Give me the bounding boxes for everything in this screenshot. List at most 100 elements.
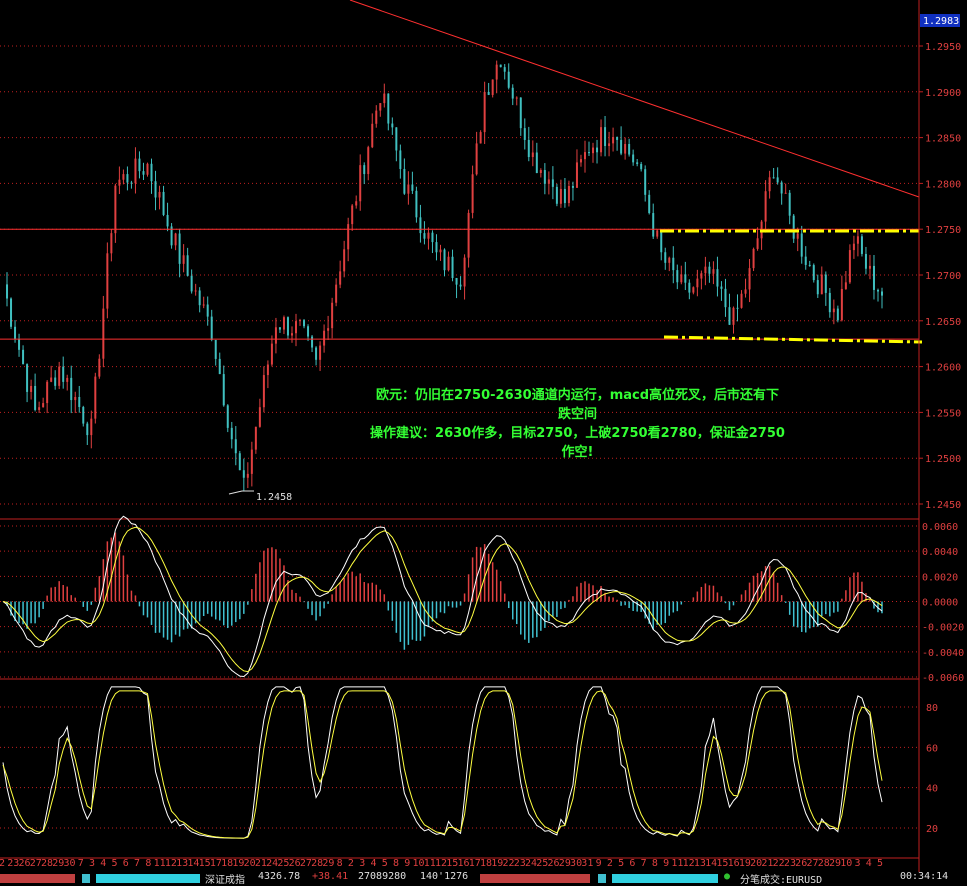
candle-body: [636, 162, 639, 164]
candle-body: [86, 423, 89, 436]
candle-body: [78, 397, 81, 408]
date-tick-label: 25: [536, 858, 548, 869]
candle-body: [451, 256, 454, 278]
price-tick-label: 1.2800: [925, 179, 961, 190]
date-tick-label: 29: [829, 858, 841, 869]
candle-body: [190, 275, 193, 292]
candle-body: [780, 182, 783, 194]
candle-body: [620, 139, 623, 154]
candle-body: [431, 232, 434, 243]
candle-body: [716, 269, 719, 287]
candle-body: [226, 405, 229, 428]
candle-body: [427, 232, 430, 239]
candle-body: [808, 264, 811, 266]
low-marker-line: [228, 490, 254, 495]
candle-body: [519, 97, 522, 129]
date-tick-label: 26: [18, 858, 30, 869]
macd-panel[interactable]: [2, 515, 883, 678]
candle-body: [62, 366, 65, 382]
price-tick-label: 1.2650: [925, 317, 961, 328]
kd-panel[interactable]: [2, 686, 883, 839]
candle-body: [632, 154, 635, 163]
date-tick-label: 11: [424, 858, 436, 869]
candle-body: [531, 152, 534, 158]
candle-body: [347, 224, 350, 250]
candle-body: [579, 159, 582, 163]
candle-body: [712, 269, 715, 274]
candle-body: [680, 274, 683, 283]
date-tick-label: 4: [100, 858, 106, 869]
candle-body: [278, 327, 281, 330]
candle-body: [455, 277, 458, 285]
candle-body: [600, 127, 603, 153]
date-tick-label: 25: [277, 858, 289, 869]
candle-body: [138, 158, 141, 172]
candle-body: [323, 330, 326, 346]
date-tick-label: 30: [570, 858, 582, 869]
price-tick-label: 1.2700: [925, 271, 961, 282]
date-tick-label: 23: [514, 858, 526, 869]
candle-body: [832, 308, 835, 313]
candle-body: [824, 274, 827, 293]
price-tick-label: 1.2750: [925, 225, 961, 236]
candle-body: [363, 165, 366, 175]
candle-body: [800, 233, 803, 257]
date-tick-label: 18: [221, 858, 233, 869]
candle-body: [254, 426, 257, 450]
date-tick-label: 19: [491, 858, 503, 869]
status-segment: [612, 874, 718, 883]
kd-d-line: [2, 690, 883, 839]
kd-tick-label: 60: [926, 743, 938, 754]
candle-body: [58, 366, 61, 386]
candle-body: [246, 473, 249, 478]
date-tick-label: 2: [348, 858, 354, 869]
candle-body: [688, 282, 691, 293]
date-tick-label: 30: [64, 858, 76, 869]
date-tick-label: 17: [210, 858, 222, 869]
candle-body: [503, 67, 506, 72]
candle-body: [740, 293, 743, 308]
candle-body: [214, 339, 217, 359]
date-tick-label: 14: [705, 858, 717, 869]
candle-body: [343, 249, 346, 272]
candle-body: [784, 192, 787, 194]
candle-body: [126, 174, 129, 183]
date-tick-label: 13: [176, 858, 188, 869]
candle-body: [351, 205, 354, 225]
macd-tick-label: 0.0020: [922, 572, 958, 583]
candle-body: [158, 191, 161, 198]
candle-body: [860, 236, 863, 254]
date-tick-label: 16: [457, 858, 469, 869]
candle-body: [551, 179, 554, 187]
candle-body: [668, 257, 671, 263]
candle-body: [527, 139, 530, 158]
candle-body: [852, 243, 855, 251]
candle-body: [555, 186, 558, 204]
candle-body: [704, 266, 707, 274]
macd-tick-label: -0.0020: [922, 623, 964, 634]
candle-body: [788, 192, 791, 216]
date-tick-label: 19: [232, 858, 244, 869]
candle-body: [696, 278, 699, 288]
candle-body: [864, 253, 867, 269]
candle-body: [327, 328, 330, 331]
date-tick-label: 21: [761, 858, 773, 869]
date-tick-label: 7: [78, 858, 84, 869]
candle-body: [812, 265, 815, 281]
status-segment: [480, 874, 590, 883]
date-tick-label: 26: [289, 858, 301, 869]
candle-body: [98, 358, 101, 377]
price-tick-label: 1.2450: [925, 500, 961, 511]
tick-trade-label[interactable]: 分笔成交:EURUSD: [740, 871, 822, 886]
date-tick-label: 14: [187, 858, 199, 869]
candle-body: [596, 147, 599, 153]
candle-body: [660, 230, 663, 253]
candle-body: [467, 212, 470, 258]
candle-body: [592, 147, 595, 154]
candle-body: [483, 91, 486, 133]
candle-body: [447, 256, 450, 271]
date-tick-label: 26: [795, 858, 807, 869]
candle-body: [130, 182, 133, 184]
candle-body: [748, 268, 751, 290]
candle-body: [395, 127, 398, 151]
